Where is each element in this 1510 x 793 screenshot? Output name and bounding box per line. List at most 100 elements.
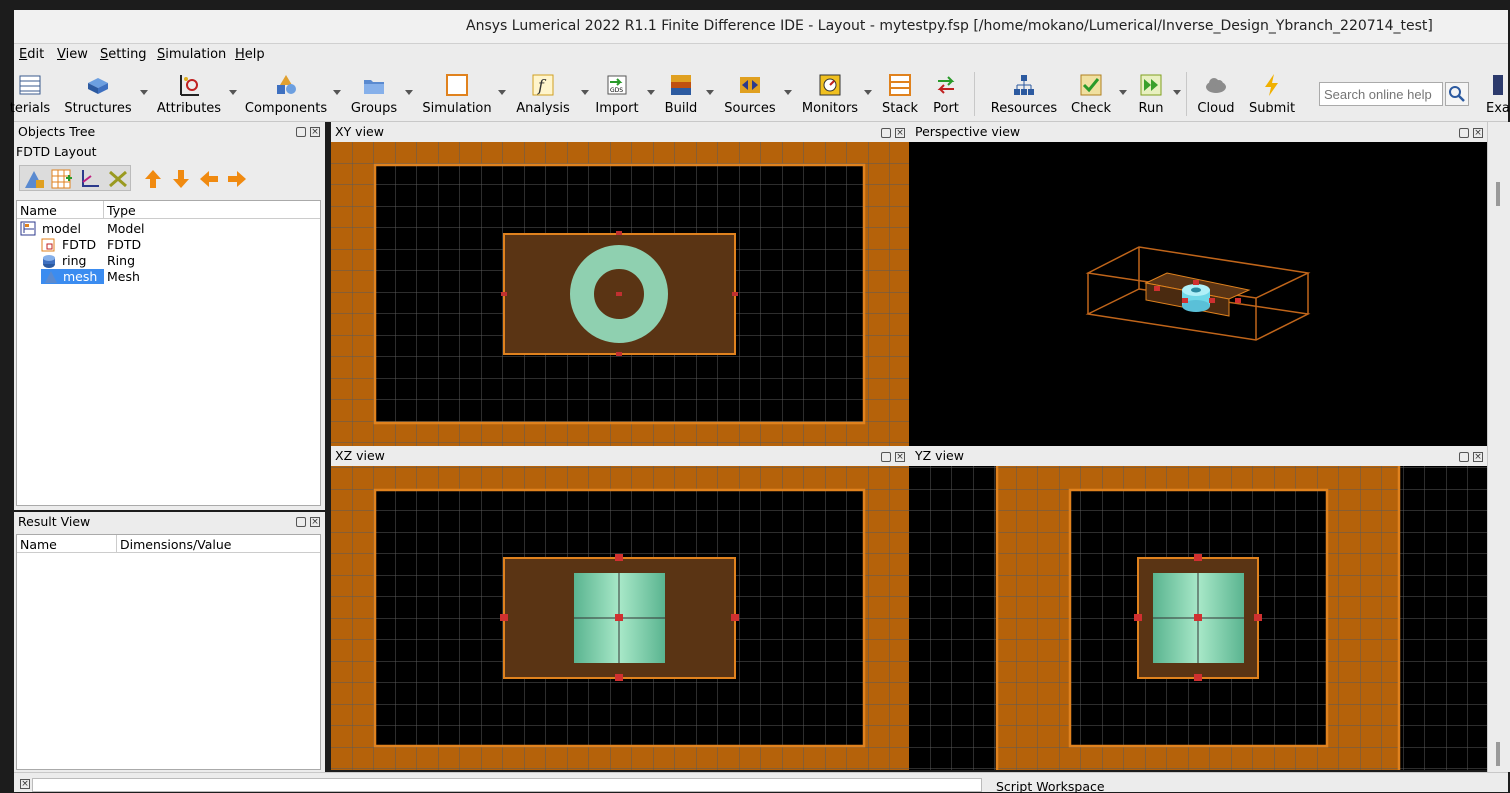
perspective-canvas[interactable] (909, 142, 1487, 446)
menu-bar: Edit View Setting Simulation Help (14, 44, 1508, 66)
axis-icon[interactable] (78, 168, 102, 190)
main-toolbar: terials Structures Attributes Components… (10, 66, 1510, 122)
menu-view[interactable]: View (57, 47, 88, 62)
cut-icon[interactable] (106, 168, 130, 190)
layout-label: FDTD Layout (16, 144, 97, 159)
result-view-title: Result View (18, 514, 91, 529)
import-label: Import (595, 101, 639, 116)
components-button[interactable]: Components (244, 70, 328, 120)
float-panel-icon[interactable] (296, 517, 306, 527)
submit-button[interactable]: Submit (1244, 70, 1300, 120)
monitors-dropdown-icon[interactable] (864, 90, 872, 95)
tree-row-model[interactable]: model Model (17, 221, 320, 237)
import-dropdown-icon[interactable] (647, 90, 655, 95)
app-window: Ansys Lumerical 2022 R1.1 Finite Differe… (0, 0, 1510, 793)
add-object-icon[interactable] (22, 168, 46, 190)
float-view-icon[interactable] (881, 452, 891, 462)
dock-scroll-handle[interactable] (1496, 182, 1500, 206)
column-name[interactable]: Name (20, 203, 57, 218)
grid-icon[interactable] (50, 168, 74, 190)
close-panel-icon[interactable]: × (310, 517, 320, 527)
structures-button[interactable]: Structures (64, 70, 132, 120)
materials-label: terials (9, 101, 51, 116)
xz-canvas[interactable] (331, 466, 909, 770)
float-view-icon[interactable] (881, 128, 891, 138)
move-left-icon[interactable] (198, 168, 220, 190)
window-title: Ansys Lumerical 2022 R1.1 Finite Differe… (466, 18, 1433, 34)
fdtd-icon (41, 238, 55, 252)
attributes-dropdown-icon[interactable] (229, 90, 237, 95)
components-icon (277, 75, 296, 94)
components-label: Components (244, 101, 328, 116)
resources-button[interactable]: Resources (990, 70, 1058, 120)
resources-label: Resources (990, 101, 1058, 116)
check-button[interactable]: Check (1068, 70, 1114, 120)
menu-simulation[interactable]: Simulation (157, 47, 226, 62)
search-online-help-input[interactable] (1319, 82, 1443, 106)
run-button[interactable]: Run (1132, 70, 1170, 120)
close-view-icon[interactable]: × (895, 128, 905, 138)
tree-row-fdtd[interactable]: FDTD FDTD (17, 237, 320, 253)
source-icon (740, 77, 760, 93)
float-view-icon[interactable] (1459, 452, 1469, 462)
menu-help[interactable]: Help (235, 47, 265, 62)
simulation-region-icon (446, 74, 468, 96)
build-label: Build (664, 101, 698, 116)
simulation-dropdown-icon[interactable] (498, 90, 506, 95)
cube-icon (88, 78, 108, 94)
build-icon (671, 75, 691, 95)
move-down-icon[interactable] (170, 168, 192, 190)
build-button[interactable]: Build (662, 70, 700, 120)
close-view-icon[interactable]: × (1473, 128, 1483, 138)
examples-button[interactable]: Exa (1480, 70, 1510, 120)
analysis-button[interactable]: f Analysis (514, 70, 572, 120)
attributes-icon (180, 75, 199, 96)
materials-icon (19, 75, 41, 95)
attributes-button[interactable]: Attributes (156, 70, 222, 120)
float-panel-icon[interactable] (296, 127, 306, 137)
column-type[interactable]: Type (107, 203, 136, 218)
dock-scroll-handle[interactable] (1496, 742, 1500, 766)
search-button[interactable] (1445, 82, 1469, 106)
port-button[interactable]: Port (926, 70, 966, 120)
resources-icon (1014, 75, 1034, 95)
import-button[interactable]: GDS Import (594, 70, 640, 120)
monitors-button[interactable]: Monitors (800, 70, 860, 120)
move-right-icon[interactable] (226, 168, 248, 190)
stack-button[interactable]: Stack (880, 70, 920, 120)
check-dropdown-icon[interactable] (1119, 90, 1127, 95)
run-dropdown-icon[interactable] (1173, 90, 1181, 95)
yz-canvas[interactable] (909, 466, 1487, 770)
close-panel-icon[interactable]: × (20, 779, 30, 789)
menu-edit[interactable]: Edit (19, 47, 44, 62)
simulation-button[interactable]: Simulation (420, 70, 494, 120)
analysis-dropdown-icon[interactable] (581, 90, 589, 95)
float-view-icon[interactable] (1459, 128, 1469, 138)
mesh-icon (45, 271, 57, 283)
menu-setting[interactable]: Setting (100, 47, 147, 62)
materials-button[interactable]: terials (8, 70, 52, 120)
components-dropdown-icon[interactable] (333, 90, 341, 95)
sources-button[interactable]: Sources (724, 70, 776, 120)
submit-label: Submit (1248, 101, 1296, 116)
close-view-icon[interactable]: × (1473, 452, 1483, 462)
script-prompt-input[interactable] (32, 778, 982, 792)
structures-dropdown-icon[interactable] (140, 90, 148, 95)
groups-dropdown-icon[interactable] (405, 90, 413, 95)
tree-row-name: ring (62, 253, 87, 268)
column-name[interactable]: Name (20, 537, 57, 552)
column-dimensions-value[interactable]: Dimensions/Value (120, 537, 232, 552)
cloud-button[interactable]: Cloud (1196, 70, 1236, 120)
xy-canvas[interactable] (331, 142, 909, 446)
tree-row-mesh[interactable]: mesh Mesh (17, 269, 320, 285)
port-label: Port (933, 101, 959, 116)
sources-dropdown-icon[interactable] (784, 90, 792, 95)
move-up-icon[interactable] (142, 168, 164, 190)
close-view-icon[interactable]: × (895, 452, 905, 462)
objects-tree-title: Objects Tree (18, 124, 96, 139)
xy-view: XY view × (331, 122, 909, 446)
tree-row-ring[interactable]: ring Ring (17, 253, 320, 269)
build-dropdown-icon[interactable] (706, 90, 714, 95)
close-panel-icon[interactable]: × (310, 127, 320, 137)
groups-button[interactable]: Groups (348, 70, 400, 120)
